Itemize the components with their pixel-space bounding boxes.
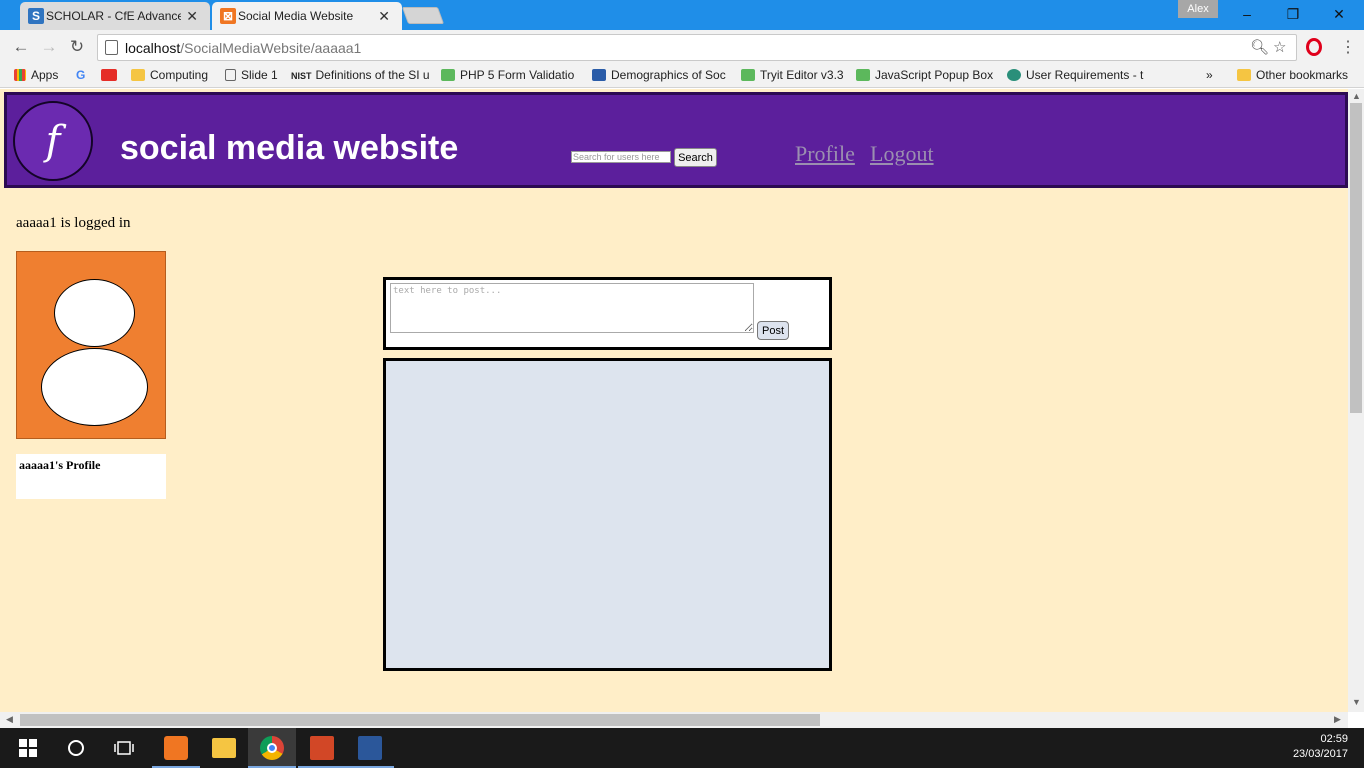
profile-user-badge[interactable]: Alex [1178,0,1218,18]
other-bookmarks[interactable]: Other bookmarks [1237,68,1348,82]
close-tab-icon[interactable]: ✕ [378,8,390,25]
bookmark-demographics[interactable]: Demographics of Soc [592,68,729,82]
posts-feed [383,358,832,671]
vertical-scroll-thumb[interactable] [1350,103,1362,413]
login-status: aaaaa1 is logged in [16,215,131,231]
page-viewport: f social media website Search Profile Lo… [0,89,1364,712]
bookmarks-bar: Apps G Computing Slide 1 NIST Definitions… [0,64,1364,88]
bookmark-google[interactable]: G [76,68,85,82]
profile-card[interactable]: aaaaa1's Profile [16,454,166,499]
word-icon[interactable] [346,728,394,768]
tab-social-media[interactable]: ⊠ Social Media Website ✕ [212,2,402,30]
minimize-icon[interactable]: – [1224,0,1270,30]
scroll-down-icon[interactable]: ▼ [1352,697,1361,707]
restore-icon[interactable]: ❐ [1270,0,1316,30]
xampp-icon: ⊠ [220,8,236,24]
apps-grid-icon [14,69,26,81]
google-icon: G [76,68,86,82]
chart-icon [592,69,606,81]
address-bar[interactable]: localhost/SocialMediaWebsite/aaaaa1 🔍︎ ☆ [97,34,1297,61]
bookmark-nist[interactable]: NIST Definitions of the SI u [291,68,431,82]
nist-icon: NIST [291,71,312,81]
horizontal-scrollbar[interactable]: ◀ ▶ [0,712,1348,728]
youtube-icon [101,69,117,81]
w3-icon [856,69,870,81]
bookmark-youtube[interactable] [101,68,122,82]
opera-extension-icon[interactable] [1306,38,1322,56]
windows-start-icon[interactable] [4,728,52,768]
tab-strip: S SCHOLAR - CfE Advance ✕ ⊠ Social Media… [0,0,1364,30]
new-tab-button[interactable] [401,7,445,24]
page-icon [225,69,236,81]
w3-icon [441,69,455,81]
zoom-icon[interactable]: 🔍︎ [1250,38,1269,56]
back-arrow-icon[interactable]: ← [11,37,31,57]
tab-scholar[interactable]: S SCHOLAR - CfE Advance ✕ [20,2,210,30]
user-search-input[interactable] [571,151,671,163]
horizontal-scroll-thumb[interactable] [20,714,820,726]
site-logo[interactable]: f [13,101,93,181]
task-view-icon[interactable] [100,728,148,768]
bookmarks-overflow-icon[interactable]: » [1206,68,1213,82]
forward-arrow-icon[interactable]: → [39,37,59,57]
tab-title: Social Media Website [238,9,354,23]
bookmark-js-popup[interactable]: JavaScript Popup Box [856,68,996,82]
avatar [16,251,166,439]
w3-icon [741,69,755,81]
bookmark-user-requirements[interactable]: User Requirements - t [1007,68,1147,82]
page-info-icon[interactable] [105,40,118,55]
post-button[interactable]: Post [757,321,789,340]
bookmark-slide-1[interactable]: Slide 1 [225,68,278,82]
tab-title: SCHOLAR - CfE Advance [46,9,181,23]
system-clock[interactable]: 02:59 23/03/2017 [1293,732,1348,762]
vertical-scrollbar[interactable]: ▲ ▼ [1348,89,1364,712]
folder-icon [1237,69,1251,81]
bookmark-apps[interactable]: Apps [14,68,58,82]
post-composer: Post [383,277,832,350]
bookmark-php-form[interactable]: PHP 5 Form Validatio [441,68,581,82]
avatar-head [54,279,135,347]
close-window-icon[interactable]: ✕ [1316,0,1362,30]
search-button[interactable]: Search [674,148,717,167]
star-bookmark-icon[interactable]: ☆ [1273,38,1286,56]
profile-link[interactable]: Profile [795,141,855,167]
profile-label: aaaaa1's Profile [19,458,101,472]
url-text: localhost/SocialMediaWebsite/aaaaa1 [125,40,362,56]
scroll-left-icon[interactable]: ◀ [6,714,13,725]
logout-link[interactable]: Logout [870,141,934,167]
site-title: social media website [120,129,459,167]
menu-dots-icon[interactable]: ⋮ [1340,37,1356,57]
xampp-taskbar-icon[interactable] [152,728,200,768]
reload-icon[interactable]: ↻ [67,37,87,57]
avatar-body [41,348,148,426]
file-explorer-icon[interactable] [200,728,248,768]
scroll-right-icon[interactable]: ▶ [1334,714,1341,725]
powerpoint-icon[interactable] [298,728,346,768]
chrome-taskbar-icon[interactable] [248,728,296,768]
folder-icon [131,69,145,81]
bookmark-tryit[interactable]: Tryit Editor v3.3 [741,68,844,82]
scholar-icon: S [28,8,44,24]
post-textarea[interactable] [390,283,754,333]
taskbar: 02:59 23/03/2017 [0,728,1364,768]
close-tab-icon[interactable]: ✕ [186,8,198,25]
globe-icon [1007,69,1021,81]
search-icon[interactable] [52,728,100,768]
scroll-up-icon[interactable]: ▲ [1352,91,1361,101]
bookmark-computing[interactable]: Computing [131,68,208,82]
site-header: f social media website Search Profile Lo… [4,92,1348,188]
